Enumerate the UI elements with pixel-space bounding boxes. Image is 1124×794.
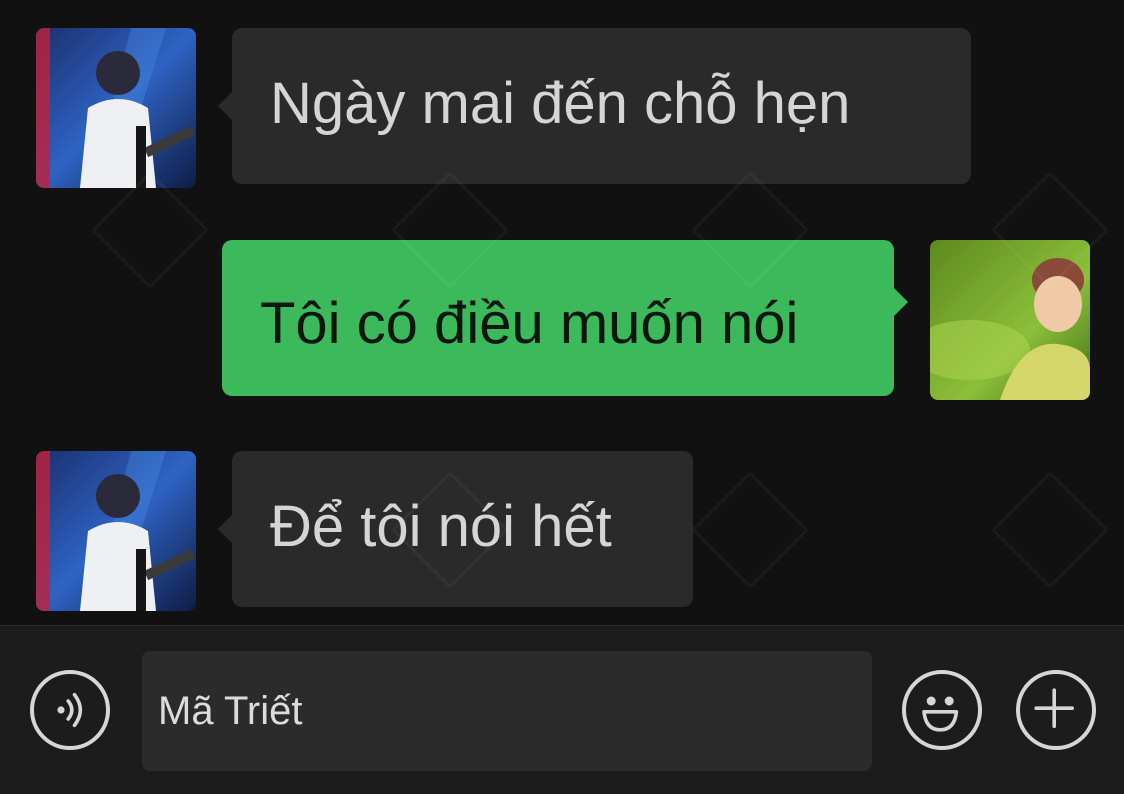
avatar[interactable] [36,28,196,188]
message-text: Ngày mai đến chỗ hẹn [270,71,851,136]
emoji-button[interactable] [902,670,982,750]
message-bubble-outgoing[interactable]: Tôi có điều muốn nói [222,240,908,396]
input-bar: Mã Triết [0,625,1124,794]
avatar-image [36,28,196,188]
chat-area: Ngày mai đến chỗ hẹn Tôi có điều muốn nó… [0,0,1124,625]
plus-icon [1034,688,1074,728]
message-bubble-incoming[interactable]: Để tôi nói hết [218,451,693,607]
emoji-icon [922,696,959,732]
message-input[interactable]: Mã Triết [142,651,872,771]
message-bubble-incoming[interactable]: Ngày mai đến chỗ hẹn [218,28,971,184]
avatar[interactable] [36,451,196,611]
avatar-image [36,451,196,611]
avatar-image [930,240,1090,400]
message-text: Tôi có điều muốn nói [260,291,799,356]
voice-button[interactable] [30,670,110,750]
avatar[interactable] [930,240,1090,400]
add-button[interactable] [1016,670,1096,750]
message-text: Để tôi nói hết [270,494,612,559]
message-input-value: Mã Triết [158,689,303,733]
voice-icon [57,692,83,728]
